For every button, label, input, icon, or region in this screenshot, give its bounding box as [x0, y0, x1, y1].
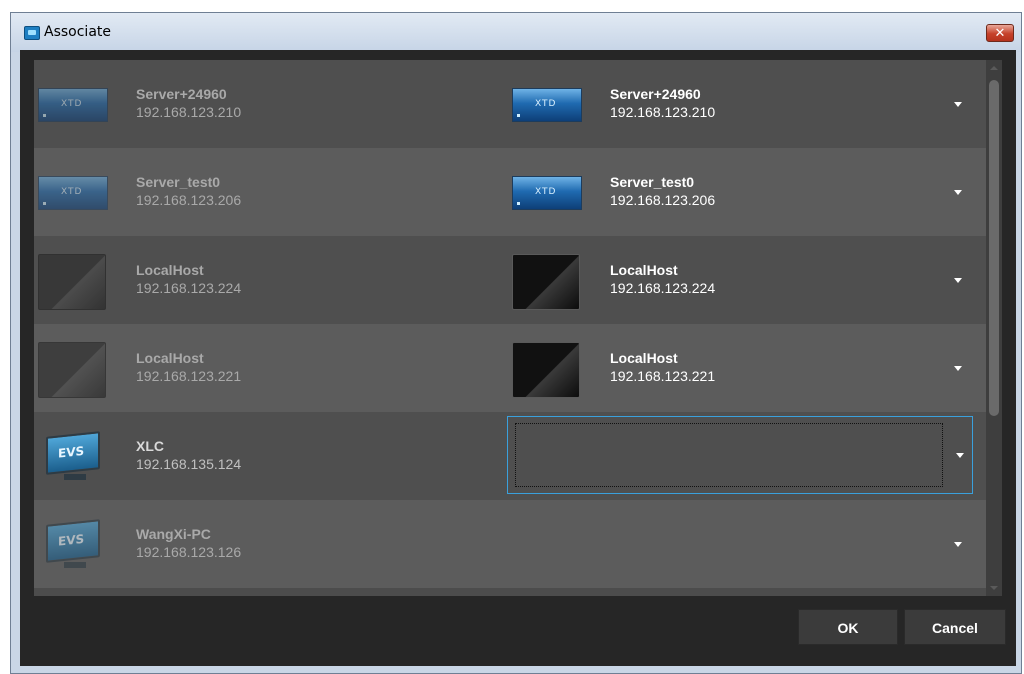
- title-bar: [10, 12, 1022, 52]
- evs-pc-icon: EVS: [38, 428, 108, 488]
- chevron-down-icon[interactable]: [954, 542, 962, 547]
- app-icon: [24, 26, 40, 40]
- list-item: LocalHost 192.168.123.221 LocalHost 192.…: [34, 324, 986, 412]
- source-name: WangXi-PC: [136, 526, 211, 542]
- ok-button[interactable]: OK: [798, 609, 898, 645]
- cancel-button[interactable]: Cancel: [904, 609, 1006, 645]
- xtd-server-icon: XTD: [38, 176, 108, 210]
- monitor-icon: [512, 342, 580, 398]
- target-ip: 192.168.123.221: [610, 368, 716, 384]
- scroll-up-icon[interactable]: [990, 66, 998, 70]
- source-name: XLC: [136, 438, 164, 454]
- xtd-server-icon: XTD: [512, 176, 582, 210]
- source-name: LocalHost: [136, 262, 204, 278]
- xtd-server-icon: XTD: [38, 88, 108, 122]
- chevron-down-icon[interactable]: [956, 453, 964, 458]
- target-name: Server+24960: [610, 86, 701, 102]
- scroll-thumb[interactable]: [989, 80, 999, 416]
- source-ip: 192.168.135.124: [136, 456, 242, 472]
- source-ip: 192.168.123.221: [136, 368, 242, 384]
- list-item: XTD Server+24960 192.168.123.210 XTD Ser…: [34, 60, 986, 148]
- source-name: LocalHost: [136, 350, 204, 366]
- target-ip: 192.168.123.224: [610, 280, 716, 296]
- target-ip: 192.168.123.206: [610, 192, 716, 208]
- monitor-icon: [38, 254, 106, 310]
- chevron-down-icon[interactable]: [954, 190, 962, 195]
- focus-rect: [515, 423, 943, 487]
- scroll-down-icon[interactable]: [990, 586, 998, 590]
- target-ip: 192.168.123.210: [610, 104, 716, 120]
- evs-pc-icon: EVS: [38, 516, 108, 576]
- list-item: EVS WangXi-PC 192.168.123.126: [34, 500, 986, 588]
- list-item: [34, 588, 986, 596]
- list-item: XTD Server_test0 192.168.123.206 XTD Ser…: [34, 148, 986, 236]
- chevron-down-icon[interactable]: [954, 102, 962, 107]
- source-ip: 192.168.123.206: [136, 192, 242, 208]
- chevron-down-icon[interactable]: [954, 366, 962, 371]
- association-list: XTD Server+24960 192.168.123.210 XTD Ser…: [34, 60, 1002, 596]
- source-name: Server_test0: [136, 174, 221, 190]
- target-dropdown[interactable]: [507, 416, 973, 494]
- window-title: Associate: [44, 24, 111, 40]
- list-item: LocalHost 192.168.123.224 LocalHost 192.…: [34, 236, 986, 324]
- monitor-icon: [512, 254, 580, 310]
- target-name: Server_test0: [610, 174, 695, 190]
- list-item: EVS XLC 192.168.135.124: [34, 412, 986, 500]
- monitor-icon: [38, 342, 106, 398]
- target-name: LocalHost: [610, 262, 678, 278]
- close-button[interactable]: ✕: [986, 24, 1014, 42]
- vertical-scrollbar[interactable]: [986, 60, 1002, 596]
- chevron-down-icon[interactable]: [954, 278, 962, 283]
- target-name: LocalHost: [610, 350, 678, 366]
- xtd-server-icon: XTD: [512, 88, 582, 122]
- source-ip: 192.168.123.126: [136, 544, 242, 560]
- source-ip: 192.168.123.210: [136, 104, 242, 120]
- source-ip: 192.168.123.224: [136, 280, 242, 296]
- source-name: Server+24960: [136, 86, 227, 102]
